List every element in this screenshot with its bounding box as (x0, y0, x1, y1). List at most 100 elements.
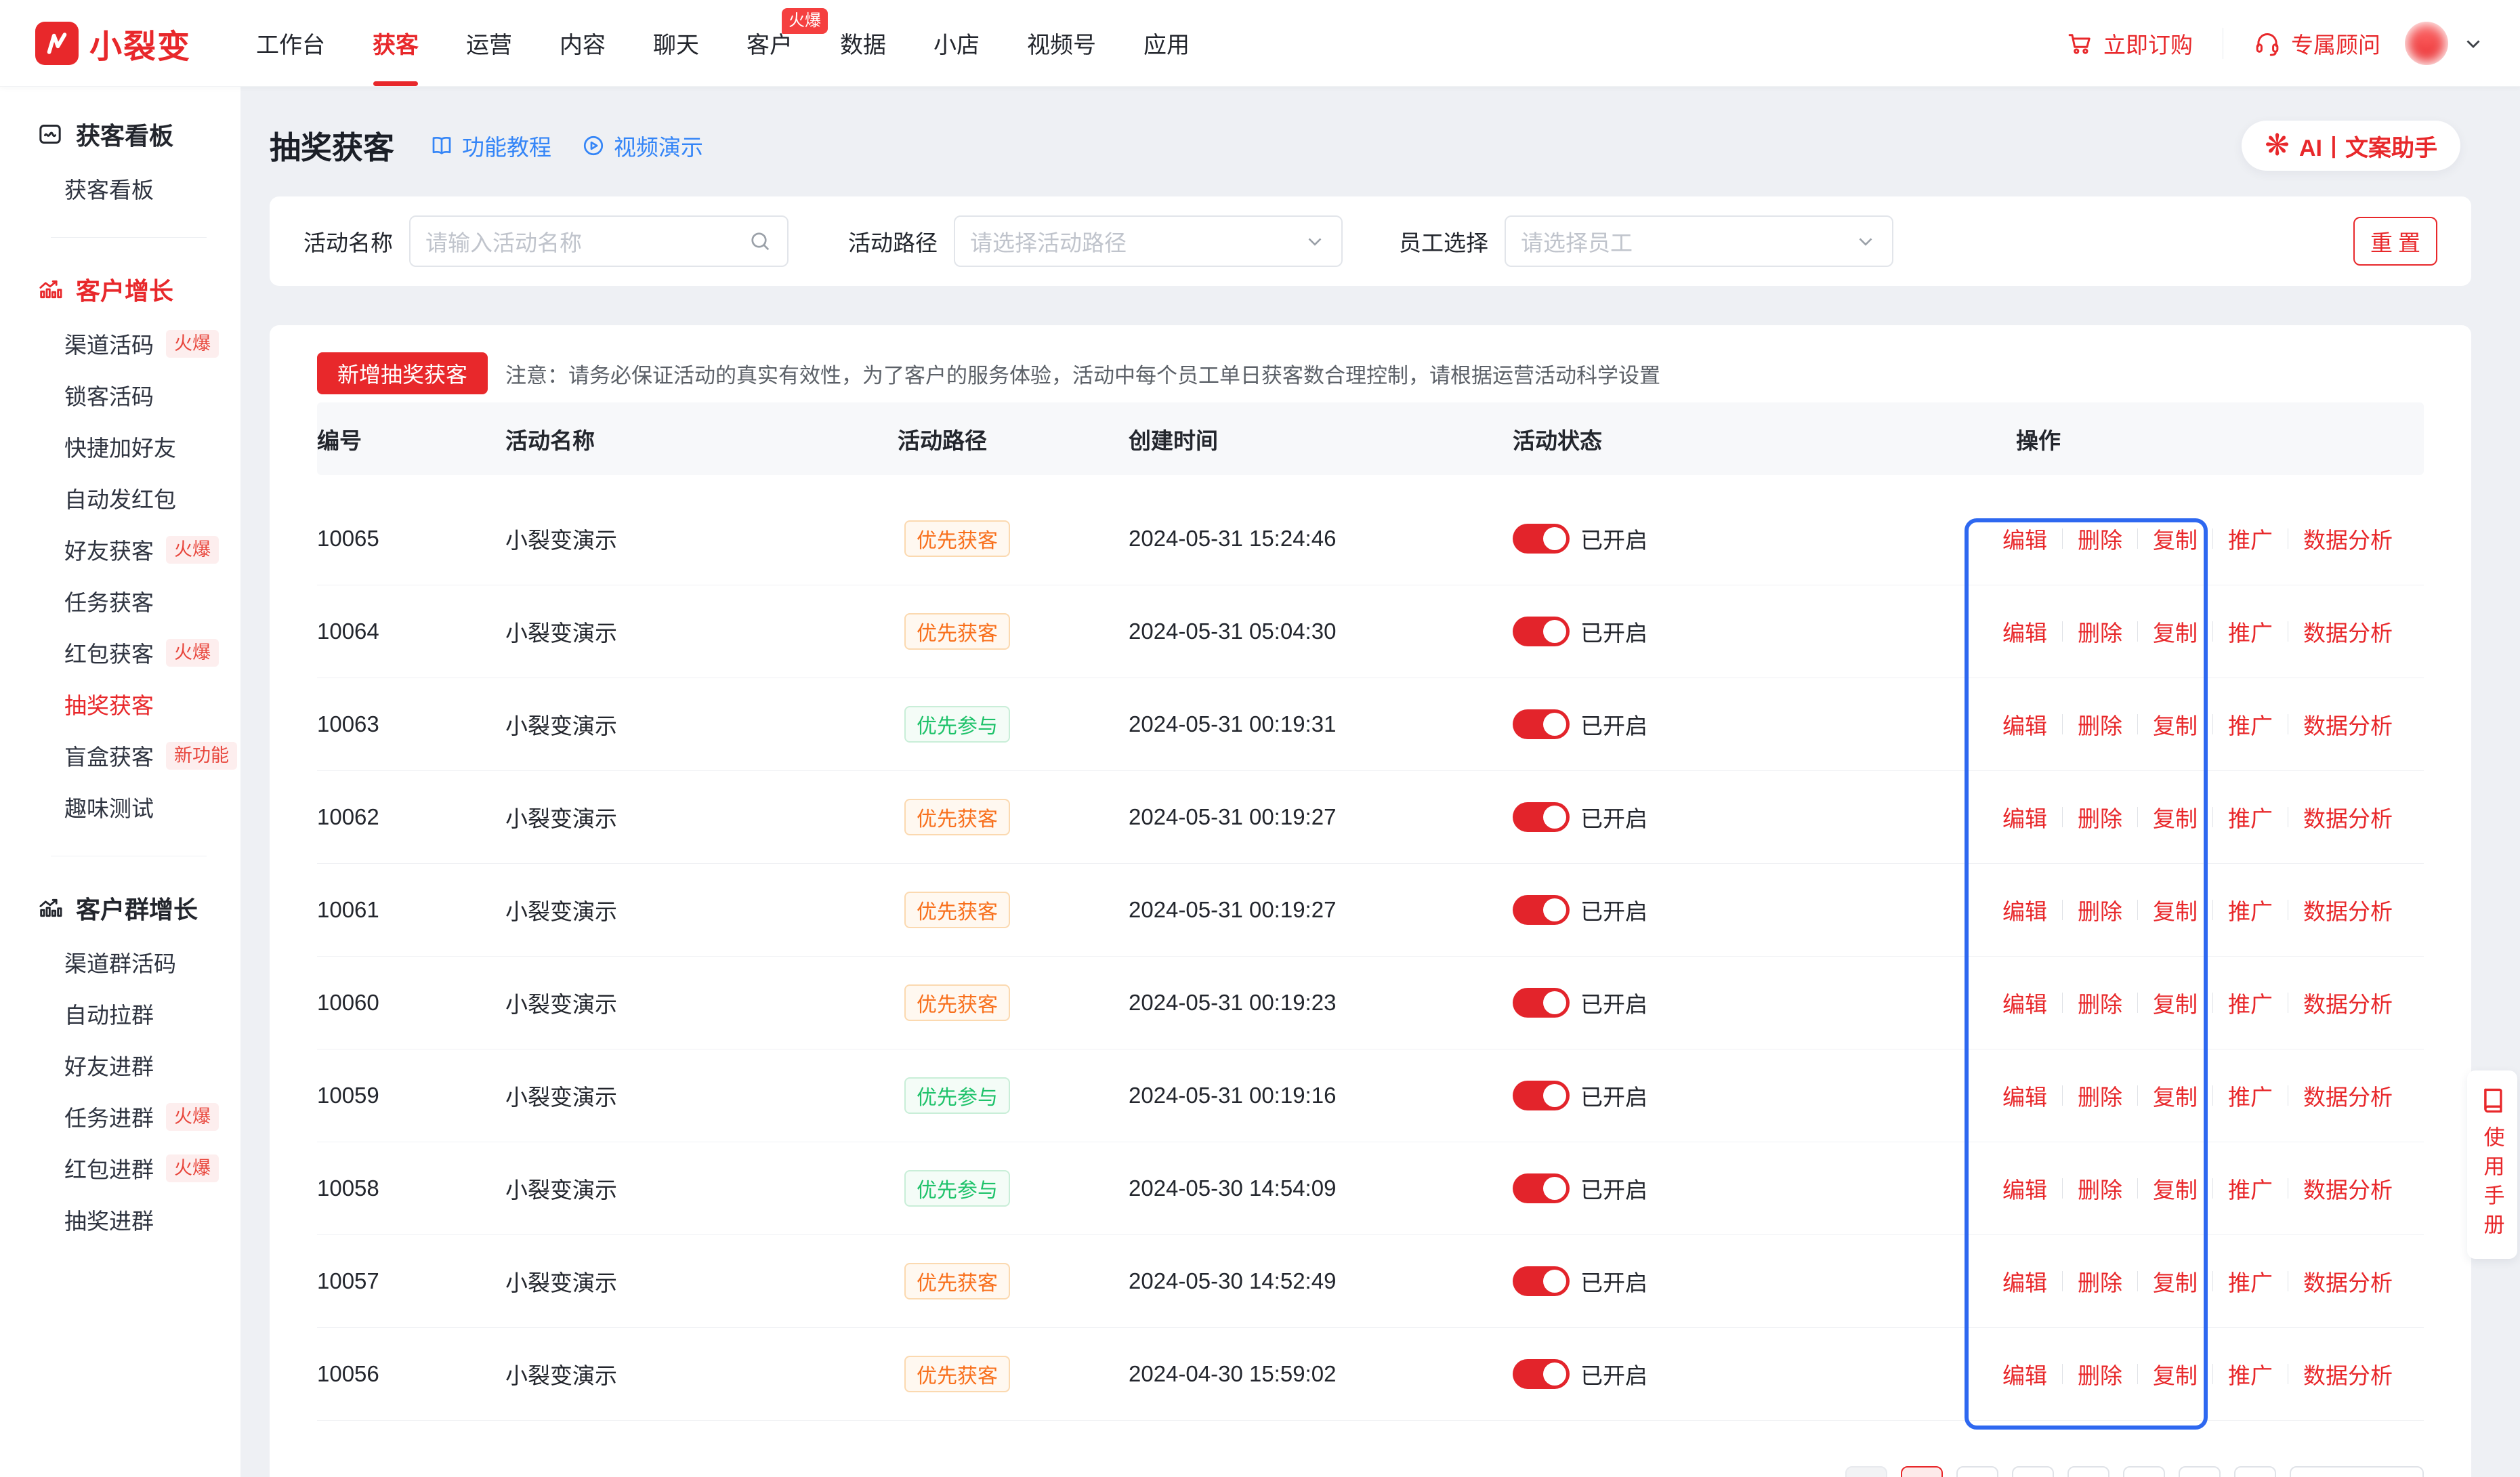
sidebar-item-渠道群活码[interactable]: 渠道群活码 (0, 936, 240, 988)
sidebar-item-好友获客[interactable]: 好友获客火爆 (0, 524, 240, 575)
reset-button[interactable]: 重置 (2353, 217, 2437, 266)
sidebar-item-抽奖获客[interactable]: 抽奖获客 (0, 678, 240, 730)
action-编辑[interactable]: 编辑 (2002, 801, 2047, 833)
action-删除[interactable]: 删除 (2078, 1079, 2122, 1112)
nav-item-聊天[interactable]: 聊天 (653, 0, 699, 86)
status-toggle[interactable] (1513, 524, 1570, 554)
ai-copywriter-button[interactable]: ❋ AI丨文案助手 (2242, 121, 2460, 171)
sidebar-section-获客看板[interactable]: 获客看板 (0, 118, 240, 150)
nav-item-客户[interactable]: 客户火爆 (747, 0, 793, 86)
action-复制[interactable]: 复制 (2153, 1265, 2198, 1297)
sidebar-item-红包进群[interactable]: 红包进群火爆 (0, 1142, 240, 1194)
action-推广[interactable]: 推广 (2228, 708, 2273, 741)
action-删除[interactable]: 删除 (2078, 708, 2122, 741)
sidebar-item-获客看板[interactable]: 获客看板 (0, 163, 240, 214)
action-复制[interactable]: 复制 (2153, 894, 2198, 926)
action-推广[interactable]: 推广 (2228, 894, 2273, 926)
action-推广[interactable]: 推广 (2228, 801, 2273, 833)
action-推广[interactable]: 推广 (2228, 615, 2273, 648)
action-编辑[interactable]: 编辑 (2002, 708, 2047, 741)
action-数据分析[interactable]: 数据分析 (2303, 894, 2393, 926)
action-数据分析[interactable]: 数据分析 (2303, 615, 2393, 648)
order-now-button[interactable]: 立即订购 (2065, 27, 2193, 60)
activity-name-input[interactable]: 请输入活动名称 (409, 215, 789, 267)
sidebar-item-趣味测试[interactable]: 趣味测试 (0, 781, 240, 833)
action-数据分析[interactable]: 数据分析 (2303, 522, 2393, 555)
sidebar-item-红包获客[interactable]: 红包获客火爆 (0, 627, 240, 678)
action-编辑[interactable]: 编辑 (2002, 1358, 2047, 1390)
nav-item-内容[interactable]: 内容 (560, 0, 606, 86)
sidebar-section-客户群增长[interactable]: 客户群增长 (0, 892, 240, 924)
action-复制[interactable]: 复制 (2153, 615, 2198, 648)
action-推广[interactable]: 推广 (2228, 1358, 2273, 1390)
video-demo-link[interactable]: 视频演示 (581, 129, 703, 162)
action-推广[interactable]: 推广 (2228, 986, 2273, 1019)
sidebar-item-自动拉群[interactable]: 自动拉群 (0, 988, 240, 1039)
action-复制[interactable]: 复制 (2153, 1358, 2198, 1390)
action-复制[interactable]: 复制 (2153, 522, 2198, 555)
sidebar-item-任务进群[interactable]: 任务进群火爆 (0, 1091, 240, 1142)
sidebar-item-自动发红包[interactable]: 自动发红包 (0, 472, 240, 524)
sidebar-item-好友进群[interactable]: 好友进群 (0, 1039, 240, 1091)
action-数据分析[interactable]: 数据分析 (2303, 986, 2393, 1019)
action-复制[interactable]: 复制 (2153, 1172, 2198, 1205)
action-删除[interactable]: 删除 (2078, 894, 2122, 926)
status-toggle[interactable] (1513, 617, 1570, 646)
nav-item-工作台[interactable]: 工作台 (256, 0, 325, 86)
action-数据分析[interactable]: 数据分析 (2303, 708, 2393, 741)
status-toggle[interactable] (1513, 709, 1570, 739)
add-lottery-button[interactable]: 新增抽奖获客 (317, 352, 488, 394)
pagination-prev[interactable]: ‹ (1845, 1466, 1887, 1477)
action-数据分析[interactable]: 数据分析 (2303, 801, 2393, 833)
action-编辑[interactable]: 编辑 (2002, 1079, 2047, 1112)
sidebar-item-快捷加好友[interactable]: 快捷加好友 (0, 421, 240, 472)
sidebar-item-任务获客[interactable]: 任务获客 (0, 575, 240, 627)
pagination-page-4[interactable]: 4 (2067, 1466, 2109, 1477)
pagination-page-1[interactable]: 1 (1901, 1466, 1943, 1477)
action-删除[interactable]: 删除 (2078, 615, 2122, 648)
activity-path-select[interactable]: 请选择活动路径 (954, 215, 1343, 267)
pagination-next[interactable]: › (2234, 1466, 2276, 1477)
pagination-page-2[interactable]: 2 (1956, 1466, 1998, 1477)
action-推广[interactable]: 推广 (2228, 522, 2273, 555)
action-编辑[interactable]: 编辑 (2002, 894, 2047, 926)
action-复制[interactable]: 复制 (2153, 801, 2198, 833)
action-编辑[interactable]: 编辑 (2002, 1172, 2047, 1205)
action-删除[interactable]: 删除 (2078, 986, 2122, 1019)
sidebar-item-盲盒获客[interactable]: 盲盒获客新功能 (0, 730, 240, 781)
status-toggle[interactable] (1513, 802, 1570, 832)
nav-item-运营[interactable]: 运营 (466, 0, 512, 86)
sidebar-item-渠道活码[interactable]: 渠道活码火爆 (0, 318, 240, 369)
status-toggle[interactable] (1513, 895, 1570, 925)
action-复制[interactable]: 复制 (2153, 1079, 2198, 1112)
action-推广[interactable]: 推广 (2228, 1079, 2273, 1112)
nav-item-小店[interactable]: 小店 (933, 0, 980, 86)
pagination-page-3[interactable]: 3 (2012, 1466, 2054, 1477)
action-编辑[interactable]: 编辑 (2002, 1265, 2047, 1297)
action-编辑[interactable]: 编辑 (2002, 615, 2047, 648)
action-数据分析[interactable]: 数据分析 (2303, 1358, 2393, 1390)
advisor-button[interactable]: 专属顾问 (2253, 27, 2380, 60)
action-删除[interactable]: 删除 (2078, 1358, 2122, 1390)
sidebar-section-客户增长[interactable]: 客户增长 (0, 273, 240, 306)
status-toggle[interactable] (1513, 988, 1570, 1018)
status-toggle[interactable] (1513, 1359, 1570, 1389)
staff-select[interactable]: 请选择员工 (1505, 215, 1893, 267)
nav-item-数据[interactable]: 数据 (840, 0, 886, 86)
status-toggle[interactable] (1513, 1266, 1570, 1296)
page-size-select[interactable]: 10 条/页 (2290, 1466, 2424, 1477)
status-toggle[interactable] (1513, 1081, 1570, 1110)
action-编辑[interactable]: 编辑 (2002, 986, 2047, 1019)
chevron-down-icon[interactable] (2462, 32, 2485, 55)
brand-logo[interactable]: 小裂变 (35, 20, 191, 67)
action-复制[interactable]: 复制 (2153, 708, 2198, 741)
sidebar-item-锁客活码[interactable]: 锁客活码 (0, 369, 240, 421)
action-数据分析[interactable]: 数据分析 (2303, 1079, 2393, 1112)
action-编辑[interactable]: 编辑 (2002, 522, 2047, 555)
pagination-page-6[interactable]: 6 (2179, 1466, 2221, 1477)
action-删除[interactable]: 删除 (2078, 522, 2122, 555)
action-推广[interactable]: 推广 (2228, 1265, 2273, 1297)
manual-tab[interactable]: 使用手册 (2467, 1070, 2517, 1259)
avatar[interactable] (2405, 22, 2448, 65)
action-数据分析[interactable]: 数据分析 (2303, 1265, 2393, 1297)
